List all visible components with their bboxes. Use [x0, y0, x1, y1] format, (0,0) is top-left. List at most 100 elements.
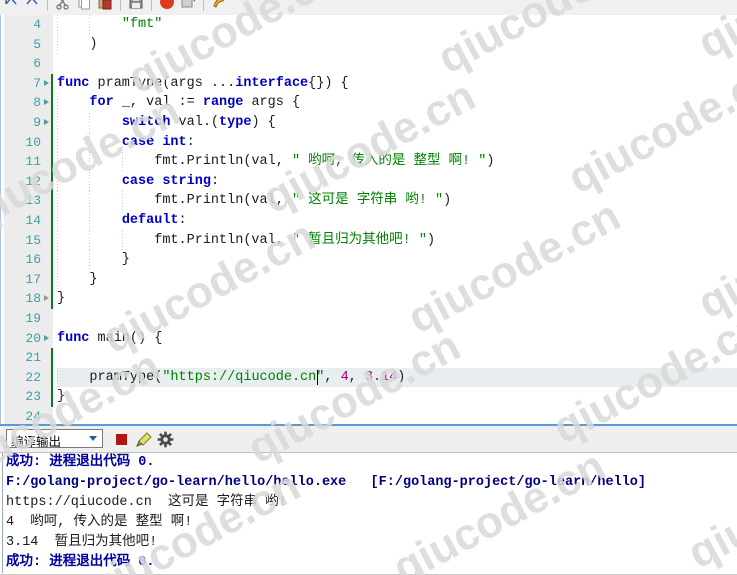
- output-console[interactable]: 成功: 进程退出代码 0. F:/golang-project/go-learn/…: [2, 453, 735, 573]
- code-line[interactable]: 11 fmt.Println(val, " 哟呵, 传入的是 整型 啊! "): [1, 152, 737, 172]
- code-text: switch val.(type) {: [121, 114, 276, 130]
- line-number: 18: [25, 291, 41, 307]
- change-bar: [51, 269, 53, 290]
- toolbar-separator: [120, 0, 121, 11]
- text-caret: [316, 370, 318, 386]
- code-line[interactable]: 6: [1, 54, 737, 74]
- code-text: }: [57, 252, 130, 268]
- paste-icon[interactable]: [96, 0, 114, 11]
- code-line[interactable]: 16 }: [1, 250, 737, 270]
- change-bar: [51, 367, 53, 388]
- change-bar: [51, 132, 53, 153]
- code-editor[interactable]: 4 "fmt" 5 ) 6 7 func pramType(args ...interf…: [0, 15, 737, 424]
- change-bar: [51, 230, 53, 251]
- fold-toggle-icon[interactable]: [44, 334, 49, 341]
- build-icon[interactable]: [179, 0, 197, 11]
- line-number: 8: [33, 95, 41, 111]
- code-line[interactable]: 15 fmt.Println(val, " 暂且归为其他吧! "): [1, 230, 737, 251]
- fold-toggle-icon[interactable]: [44, 118, 49, 125]
- code-line[interactable]: 24: [1, 407, 737, 424]
- line-number: 21: [25, 350, 41, 366]
- output-source-select[interactable]: 编译输出: [6, 429, 103, 449]
- code-text: func pramType(args ...interface{}) {: [57, 75, 349, 91]
- change-bar: [51, 210, 53, 231]
- fold-toggle-icon[interactable]: [44, 99, 49, 106]
- line-number: 9: [33, 114, 41, 130]
- output-line: F:/golang-project/go-learn/hello/hello.e…: [6, 475, 647, 490]
- code-text: pramType("https://qiucode.cn", 4, 3.14): [57, 369, 406, 385]
- chevron-down-icon[interactable]: [89, 436, 97, 441]
- stop-icon[interactable]: [113, 431, 130, 448]
- code-editor-viewport[interactable]: 4 "fmt" 5 ) 6 7 func pramType(args ...interf…: [1, 15, 737, 424]
- code-text: for _, val := range args {: [89, 95, 301, 111]
- code-text: case int:: [121, 134, 195, 150]
- gear-icon[interactable]: [157, 431, 174, 448]
- code-line[interactable]: 19: [1, 309, 737, 329]
- code-text: }: [57, 291, 66, 307]
- code-line[interactable]: 14 default:: [1, 210, 737, 231]
- change-bar: [51, 93, 53, 113]
- change-bar: [51, 152, 53, 172]
- change-bar: [51, 250, 53, 270]
- code-line[interactable]: 13 fmt.Println(val, " 这可是 字符串 哟! "): [1, 191, 737, 211]
- line-number: 7: [33, 75, 41, 91]
- code-line[interactable]: 8 for _, val := range args {: [1, 93, 737, 113]
- code-line[interactable]: 21: [1, 348, 737, 368]
- fold-toggle-icon[interactable]: [44, 79, 49, 86]
- code-line[interactable]: 12 case string:: [1, 171, 737, 192]
- save-icon[interactable]: [127, 0, 145, 11]
- code-line[interactable]: 18}: [1, 289, 737, 309]
- toolbar-separator: [47, 0, 48, 11]
- code-line[interactable]: 10 case int:: [1, 132, 737, 153]
- code-text: fmt.Println(val, " 哟呵, 传入的是 整型 啊! "): [57, 154, 495, 170]
- line-number: 4: [33, 17, 41, 32]
- undo-icon[interactable]: [2, 0, 20, 11]
- change-bar: [51, 171, 53, 192]
- main-toolbar: [0, 0, 737, 16]
- code-line[interactable]: 7 func pramType(args ...interface{}) {: [1, 73, 737, 94]
- line-number: 15: [25, 232, 41, 248]
- code-lines[interactable]: 4 "fmt" 5 ) 6 7 func pramType(args ...interf…: [1, 15, 737, 424]
- toolbar-icon-group: [2, 0, 228, 15]
- line-number: 23: [25, 389, 41, 405]
- line-number: 24: [25, 408, 41, 424]
- code-text: "fmt": [121, 17, 163, 32]
- code-line[interactable]: 9 switch val.(type) {: [1, 112, 737, 133]
- output-line: 3.14 暂且归为其他吧!: [6, 535, 158, 550]
- line-number: 12: [25, 173, 41, 189]
- code-line[interactable]: 20 func main() {: [1, 329, 737, 349]
- line-number: 16: [25, 252, 41, 268]
- line-number: 6: [33, 56, 41, 72]
- code-text: default:: [121, 212, 187, 228]
- code-line[interactable]: 23}: [1, 387, 737, 407]
- output-line: 成功: 进程退出代码 0.: [6, 455, 155, 470]
- clear-icon[interactable]: [136, 431, 153, 448]
- change-bar: [51, 112, 53, 133]
- cut-icon[interactable]: [54, 0, 72, 11]
- code-line[interactable]: 5 ): [1, 34, 737, 55]
- output-line: 4 哟呵, 传入的是 整型 啊!: [6, 515, 193, 530]
- change-bar: [51, 289, 53, 309]
- copy-icon[interactable]: [75, 0, 93, 11]
- line-number: 14: [25, 212, 41, 228]
- code-line[interactable]: 22 pramType("https://qiucode.cn", 4, 3.1…: [1, 367, 737, 388]
- output-line: https://qiucode.cn 这可是 字符串 哟!: [6, 495, 287, 510]
- line-number: 10: [25, 134, 41, 150]
- code-text: }: [57, 271, 98, 287]
- output-line: 成功: 进程退出代码 0.: [6, 555, 155, 570]
- code-text: func main() {: [57, 330, 163, 346]
- run-icon[interactable]: [210, 0, 228, 11]
- fold-end-icon[interactable]: [44, 295, 49, 302]
- line-number: 17: [25, 271, 41, 287]
- code-line[interactable]: 4 "fmt": [1, 15, 737, 35]
- change-bar: [51, 73, 53, 94]
- stop-icon[interactable]: [158, 0, 176, 11]
- code-text: }: [57, 389, 66, 405]
- toolbar-separator: [203, 0, 204, 11]
- output-panel-toolbar: 编译输出: [0, 426, 737, 453]
- code-text: fmt.Println(val, " 这可是 字符串 哟! "): [57, 193, 452, 209]
- redo-icon[interactable]: [23, 0, 41, 11]
- change-bar: [51, 387, 53, 407]
- output-panel: 编译输出 成功: 进程退出代码 0. F:/golang-project/go-l…: [0, 424, 737, 575]
- code-line[interactable]: 17 }: [1, 269, 737, 290]
